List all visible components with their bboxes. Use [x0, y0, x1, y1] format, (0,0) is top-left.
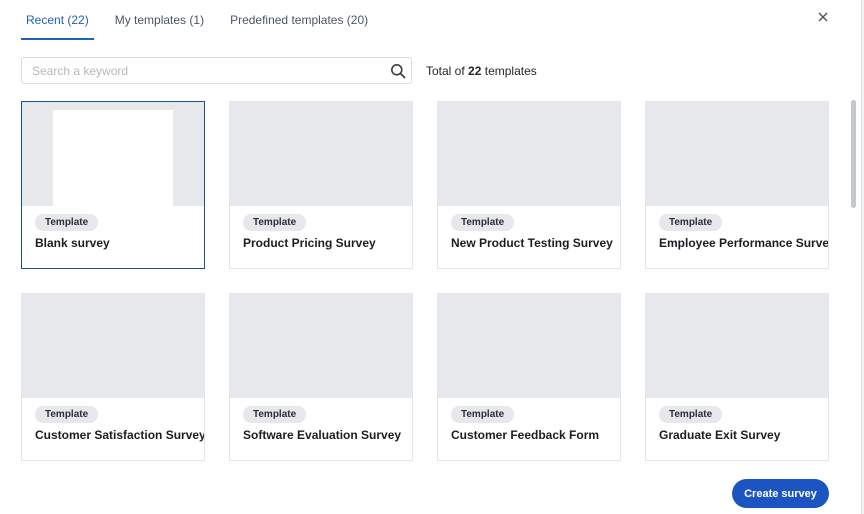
template-badge: Template [243, 406, 307, 423]
template-card-software-evaluation[interactable]: Template Software Evaluation Survey [229, 293, 413, 461]
template-title: Customer Feedback Form [451, 428, 600, 442]
template-thumbnail [22, 294, 204, 398]
template-badge: Template [659, 406, 723, 423]
template-card-blank-survey[interactable]: Template Blank survey [21, 101, 205, 269]
tab-predefined-templates[interactable]: Predefined templates (20) [225, 0, 373, 40]
create-survey-button[interactable]: Create survey [732, 479, 829, 508]
template-title: Graduate Exit Survey [659, 428, 781, 442]
total-suffix: templates [484, 64, 537, 78]
template-dialog: Recent (22) My templates (1) Predefined … [0, 0, 864, 514]
template-badge: Template [451, 214, 515, 231]
template-thumbnail [646, 294, 828, 398]
close-button[interactable] [814, 8, 832, 26]
template-thumbnail [646, 102, 828, 206]
total-count: Total of 22 templates [426, 64, 537, 78]
blank-page-preview [53, 110, 173, 206]
template-badge: Template [451, 406, 515, 423]
template-thumbnail [230, 102, 412, 206]
search-input[interactable] [32, 62, 372, 80]
search-icon[interactable] [390, 63, 406, 79]
template-thumbnail [438, 102, 620, 206]
total-prefix: Total of [426, 64, 465, 78]
close-icon [818, 12, 828, 22]
template-title: Blank survey [35, 236, 110, 250]
total-number: 22 [468, 64, 482, 78]
template-title: Customer Satisfaction Survey [35, 428, 205, 442]
template-badge: Template [659, 214, 723, 231]
template-card-customer-feedback[interactable]: Template Customer Feedback Form [437, 293, 621, 461]
template-card-product-pricing[interactable]: Template Product Pricing Survey [229, 101, 413, 269]
template-badge: Template [35, 406, 99, 423]
template-title: Employee Performance Survey [659, 236, 829, 250]
search-box [21, 57, 412, 84]
template-title: Product Pricing Survey [243, 236, 376, 250]
template-card-graduate-exit[interactable]: Template Graduate Exit Survey [645, 293, 829, 461]
tab-my-templates[interactable]: My templates (1) [110, 0, 209, 40]
template-thumbnail [22, 102, 204, 206]
template-thumbnail [230, 294, 412, 398]
tab-recent[interactable]: Recent (22) [21, 0, 94, 40]
scrollbar-thumb[interactable] [851, 100, 856, 208]
template-thumbnail [438, 294, 620, 398]
template-card-new-product-testing[interactable]: Template New Product Testing Survey [437, 101, 621, 269]
template-tabs: Recent (22) My templates (1) Predefined … [21, 0, 389, 40]
template-card-employee-performance[interactable]: Template Employee Performance Survey [645, 101, 829, 269]
template-badge: Template [35, 214, 99, 231]
template-title: Software Evaluation Survey [243, 428, 402, 442]
template-title: New Product Testing Survey [451, 236, 613, 250]
template-badge: Template [243, 214, 307, 231]
template-card-customer-satisfaction[interactable]: Template Customer Satisfaction Survey [21, 293, 205, 461]
